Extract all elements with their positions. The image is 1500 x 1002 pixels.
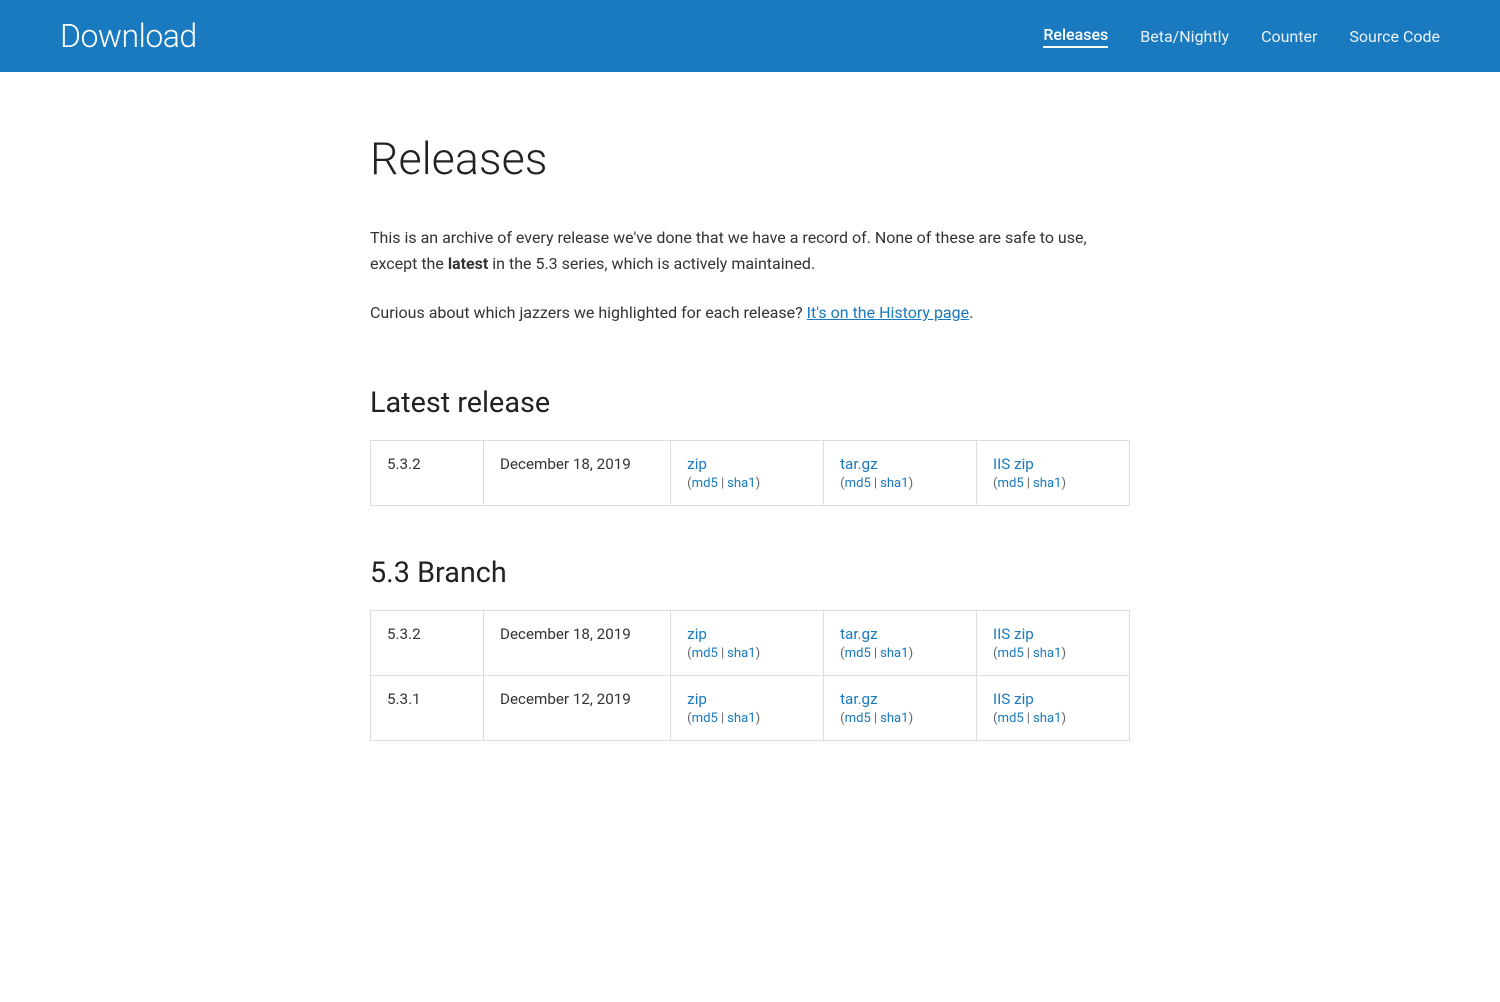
zip-sha1-link[interactable]: sha1 <box>727 646 756 661</box>
iiszip-sha1-link[interactable]: sha1 <box>1033 476 1062 491</box>
page-title: Releases <box>370 132 1130 185</box>
version-cell: 5.3.1 <box>371 675 484 740</box>
targz-hash-links: (md5|sha1) <box>840 646 960 661</box>
date-label: December 18, 2019 <box>500 625 631 643</box>
zip-link[interactable]: zip <box>687 690 807 708</box>
history-link[interactable]: It's on the History page <box>807 303 969 322</box>
site-title: Download <box>60 17 197 55</box>
zip-hash-links: (md5|sha1) <box>687 646 807 661</box>
nav-releases[interactable]: Releases <box>1043 25 1108 48</box>
zip-hash-links: (md5|sha1) <box>687 711 807 726</box>
latest-release-title: Latest release <box>370 386 1130 420</box>
branch-53-section: 5.3 Branch 5.3.2 December 18, 2019 zip (… <box>370 556 1130 741</box>
targz-hash-links: (md5|sha1) <box>840 476 960 491</box>
zip-md5-link[interactable]: md5 <box>692 476 718 491</box>
targz-sha1-link[interactable]: sha1 <box>880 476 909 491</box>
version-label: 5.3.1 <box>387 690 421 708</box>
iiszip-link[interactable]: IIS zip <box>993 690 1113 708</box>
zip-sha1-link[interactable]: sha1 <box>727 476 756 491</box>
iiszip-hash-links: (md5|sha1) <box>993 646 1113 661</box>
targz-link[interactable]: tar.gz <box>840 690 960 708</box>
targz-link[interactable]: tar.gz <box>840 455 960 473</box>
nav-counter[interactable]: Counter <box>1261 27 1317 46</box>
nav-beta-nightly[interactable]: Beta/Nightly <box>1140 27 1229 46</box>
table-row: 5.3.1 December 12, 2019 zip (md5|sha1) t… <box>371 675 1130 740</box>
header-nav: Releases Beta/Nightly Counter Source Cod… <box>1043 25 1440 48</box>
separator: | <box>721 711 724 726</box>
iiszip-sha1-link[interactable]: sha1 <box>1033 711 1062 726</box>
targz-link[interactable]: tar.gz <box>840 625 960 643</box>
iiszip-md5-link[interactable]: md5 <box>998 711 1024 726</box>
version-cell: 5.3.2 <box>371 440 484 505</box>
curious-text: Curious about which jazzers we highlight… <box>370 303 803 322</box>
targz-sha1-link[interactable]: sha1 <box>880 646 909 661</box>
date-cell: December 18, 2019 <box>484 440 671 505</box>
curious-paragraph: Curious about which jazzers we highlight… <box>370 300 1130 326</box>
targz-hash-links: (md5|sha1) <box>840 711 960 726</box>
date-cell: December 18, 2019 <box>484 610 671 675</box>
targz-cell: tar.gz (md5|sha1) <box>824 675 977 740</box>
nav-source-code[interactable]: Source Code <box>1349 27 1440 46</box>
latest-release-section: Latest release 5.3.2 December 18, 2019 z… <box>370 386 1130 506</box>
targz-md5-link[interactable]: md5 <box>845 476 871 491</box>
iiszip-link[interactable]: IIS zip <box>993 625 1113 643</box>
iiszip-cell: IIS zip (md5|sha1) <box>977 675 1130 740</box>
iiszip-cell: IIS zip (md5|sha1) <box>977 440 1130 505</box>
iiszip-md5-link[interactable]: md5 <box>998 476 1024 491</box>
branch-53-table: 5.3.2 December 18, 2019 zip (md5|sha1) t… <box>370 610 1130 741</box>
iiszip-md5-link[interactable]: md5 <box>998 646 1024 661</box>
branch-53-title: 5.3 Branch <box>370 556 1130 590</box>
version-cell: 5.3.2 <box>371 610 484 675</box>
separator: | <box>874 646 877 661</box>
iiszip-cell: IIS zip (md5|sha1) <box>977 610 1130 675</box>
separator: | <box>874 476 877 491</box>
iiszip-sha1-link[interactable]: sha1 <box>1033 646 1062 661</box>
date-cell: December 12, 2019 <box>484 675 671 740</box>
zip-link[interactable]: zip <box>687 455 807 473</box>
iiszip-hash-links: (md5|sha1) <box>993 476 1113 491</box>
date-label: December 18, 2019 <box>500 455 631 473</box>
targz-md5-link[interactable]: md5 <box>845 711 871 726</box>
zip-md5-link[interactable]: md5 <box>692 646 718 661</box>
separator: | <box>721 646 724 661</box>
separator: | <box>1027 646 1030 661</box>
separator: | <box>1027 476 1030 491</box>
zip-cell: zip (md5|sha1) <box>671 675 824 740</box>
description-part2: in the 5.3 series, which is actively mai… <box>488 254 815 273</box>
zip-sha1-link[interactable]: sha1 <box>727 711 756 726</box>
description-bold: latest <box>448 254 488 273</box>
zip-md5-link[interactable]: md5 <box>692 711 718 726</box>
targz-sha1-link[interactable]: sha1 <box>880 711 909 726</box>
latest-release-table: 5.3.2 December 18, 2019 zip (md5|sha1) t… <box>370 440 1130 506</box>
date-label: December 12, 2019 <box>500 690 631 708</box>
separator: | <box>874 711 877 726</box>
targz-cell: tar.gz (md5|sha1) <box>824 610 977 675</box>
targz-cell: tar.gz (md5|sha1) <box>824 440 977 505</box>
zip-cell: zip (md5|sha1) <box>671 440 824 505</box>
version-label: 5.3.2 <box>387 455 421 473</box>
zip-link[interactable]: zip <box>687 625 807 643</box>
zip-hash-links: (md5|sha1) <box>687 476 807 491</box>
table-row: 5.3.2 December 18, 2019 zip (md5|sha1) t… <box>371 440 1130 505</box>
header: Download Releases Beta/Nightly Counter S… <box>0 0 1500 72</box>
table-row: 5.3.2 December 18, 2019 zip (md5|sha1) t… <box>371 610 1130 675</box>
separator: | <box>1027 711 1030 726</box>
separator: | <box>721 476 724 491</box>
zip-cell: zip (md5|sha1) <box>671 610 824 675</box>
description-text: This is an archive of every release we'v… <box>370 225 1130 276</box>
version-label: 5.3.2 <box>387 625 421 643</box>
targz-md5-link[interactable]: md5 <box>845 646 871 661</box>
iiszip-link[interactable]: IIS zip <box>993 455 1113 473</box>
history-period: . <box>969 303 973 322</box>
iiszip-hash-links: (md5|sha1) <box>993 711 1113 726</box>
main-content: Releases This is an archive of every rel… <box>350 72 1150 871</box>
